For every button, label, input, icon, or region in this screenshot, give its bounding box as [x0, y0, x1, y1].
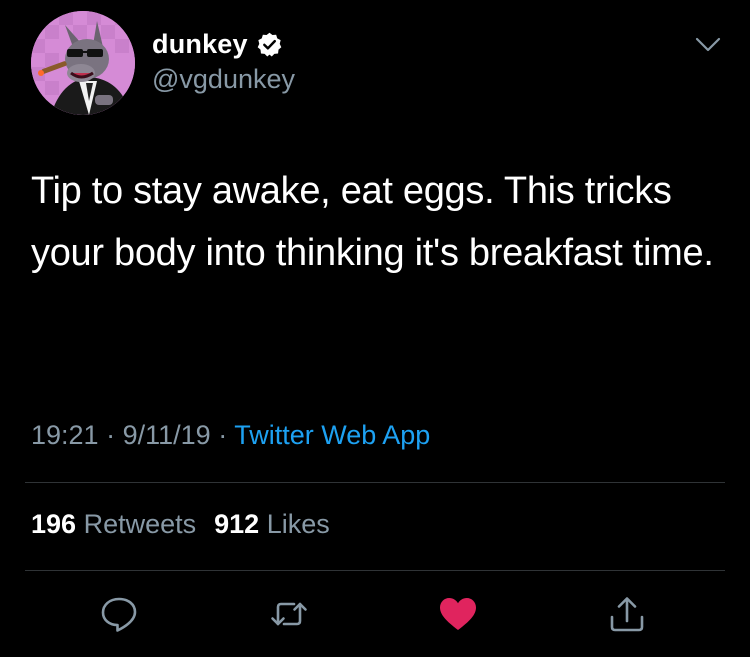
author-name-row[interactable]: dunkey	[152, 28, 283, 60]
display-name[interactable]: dunkey	[152, 29, 248, 60]
chevron-down-icon[interactable]	[694, 35, 722, 55]
tweet-metadata: 19:21 · 9/11/19 · Twitter Web App	[31, 420, 430, 451]
engagement-stats: 196 Retweets 912 Likes	[31, 509, 330, 540]
retweets-count: 196	[31, 509, 77, 539]
retweet-button[interactable]	[269, 594, 309, 634]
divider	[25, 482, 725, 483]
heart-icon	[440, 598, 476, 630]
user-handle[interactable]: @vgdunkey	[152, 64, 295, 95]
share-icon	[610, 597, 644, 632]
reply-icon	[101, 597, 137, 632]
likes-label: Likes	[266, 509, 330, 539]
reply-button[interactable]	[99, 594, 139, 634]
retweets-stat[interactable]: 196 Retweets	[31, 509, 196, 539]
tweet-time[interactable]: 19:21	[31, 420, 99, 450]
share-button[interactable]	[607, 594, 647, 634]
meta-separator: ·	[106, 420, 116, 450]
verified-badge-icon	[257, 32, 282, 57]
tweet-detail: dunkey @vgdunkey Tip to stay awake, eat …	[0, 0, 750, 657]
like-button[interactable]	[438, 594, 478, 634]
meta-separator: ·	[218, 420, 228, 450]
tweet-date[interactable]: 9/11/19	[123, 420, 211, 450]
avatar[interactable]	[31, 11, 135, 115]
cartoon-avatar-icon	[31, 11, 135, 115]
retweet-icon	[271, 602, 307, 626]
likes-stat[interactable]: 912 Likes	[214, 509, 330, 539]
tweet-text: Tip to stay awake, eat eggs. This tricks…	[31, 170, 714, 274]
likes-count: 912	[214, 509, 260, 539]
divider	[25, 570, 725, 571]
retweets-label: Retweets	[83, 509, 197, 539]
tweet-source-link[interactable]: Twitter Web App	[234, 420, 430, 450]
